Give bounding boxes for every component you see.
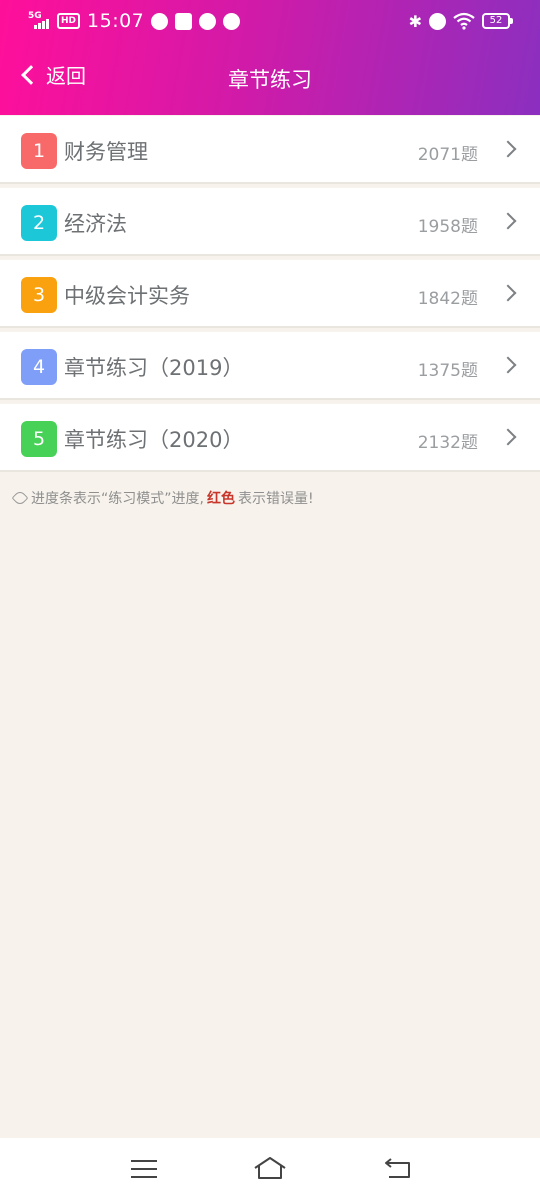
status-right: ✱ 52 bbox=[408, 11, 513, 31]
chapter-count: 2071题 bbox=[417, 145, 478, 165]
chevron-right-icon bbox=[499, 428, 517, 446]
chapter-index-badge: 3 bbox=[21, 277, 57, 313]
system-nav-bar bbox=[0, 1138, 540, 1200]
chapter-row-4[interactable]: 4 章节练习（2019） 1375题 bbox=[0, 332, 540, 398]
app-header: 5G HD 15:07 ✱ 52 返回 章节练习 bbox=[0, 0, 540, 115]
chapter-count: 1958题 bbox=[417, 217, 478, 237]
chapter-title: 章节练习（2020） bbox=[64, 428, 244, 452]
bluetooth-icon: ✱ bbox=[408, 11, 422, 31]
chevron-right-icon bbox=[499, 212, 517, 230]
home-button[interactable] bbox=[250, 1154, 290, 1184]
compass-icon bbox=[223, 12, 241, 30]
chapter-count: 1842题 bbox=[417, 289, 478, 309]
note-highlight: 红色 bbox=[206, 491, 235, 507]
chapter-title: 中级会计实务 bbox=[64, 284, 190, 308]
tag-icon bbox=[11, 489, 29, 507]
chapter-count: 1375题 bbox=[417, 361, 478, 381]
chevron-right-icon bbox=[499, 140, 517, 158]
chapter-row-1[interactable]: 1 财务管理 2071题 bbox=[0, 116, 540, 182]
note-text-before: 进度条表示“练习模式”进度, bbox=[31, 491, 204, 507]
chapter-title: 章节练习（2019） bbox=[64, 356, 244, 380]
note-text-after: 表示错误量! bbox=[237, 491, 314, 507]
message-icon bbox=[199, 12, 217, 30]
nav-bar: 返回 章节练习 bbox=[0, 50, 540, 108]
chapter-index-badge: 1 bbox=[21, 133, 57, 169]
alarm-icon bbox=[429, 12, 446, 30]
flame-icon bbox=[151, 12, 169, 30]
status-left: 5G HD 15:07 bbox=[28, 10, 241, 32]
page-title: 章节练习 bbox=[228, 68, 312, 92]
chapter-title: 经济法 bbox=[64, 212, 127, 236]
chapter-count: 2132题 bbox=[417, 433, 478, 453]
status-time: 15:07 bbox=[87, 10, 145, 32]
return-icon bbox=[384, 1158, 410, 1178]
menu-button[interactable] bbox=[123, 1154, 163, 1184]
chapter-list: 1 财务管理 2071题 2 经济法 1958题 3 中级会计实务 1842题 … bbox=[0, 116, 540, 476]
status-bar: 5G HD 15:07 ✱ 52 bbox=[0, 0, 540, 42]
wifi-icon bbox=[453, 12, 475, 30]
battery-icon: 52 bbox=[482, 13, 513, 29]
back-nav-button[interactable] bbox=[377, 1154, 417, 1184]
chevron-right-icon bbox=[499, 284, 517, 302]
home-icon bbox=[254, 1157, 286, 1179]
chapter-index-badge: 5 bbox=[21, 421, 57, 457]
chevron-right-icon bbox=[499, 356, 517, 374]
chapter-row-5[interactable]: 5 章节练习（2020） 2132题 bbox=[0, 404, 540, 470]
hd-icon: HD bbox=[57, 13, 81, 29]
chapter-title: 财务管理 bbox=[64, 140, 148, 164]
app-icon bbox=[175, 12, 193, 30]
chapter-index-badge: 2 bbox=[21, 205, 57, 241]
chapter-index-badge: 4 bbox=[21, 349, 57, 385]
chapter-row-2[interactable]: 2 经济法 1958题 bbox=[0, 188, 540, 254]
chapter-row-3[interactable]: 3 中级会计实务 1842题 bbox=[0, 260, 540, 326]
signal-icon: 5G bbox=[28, 11, 50, 31]
progress-note: 进度条表示“练习模式”进度, 红色 表示错误量! bbox=[11, 488, 314, 508]
